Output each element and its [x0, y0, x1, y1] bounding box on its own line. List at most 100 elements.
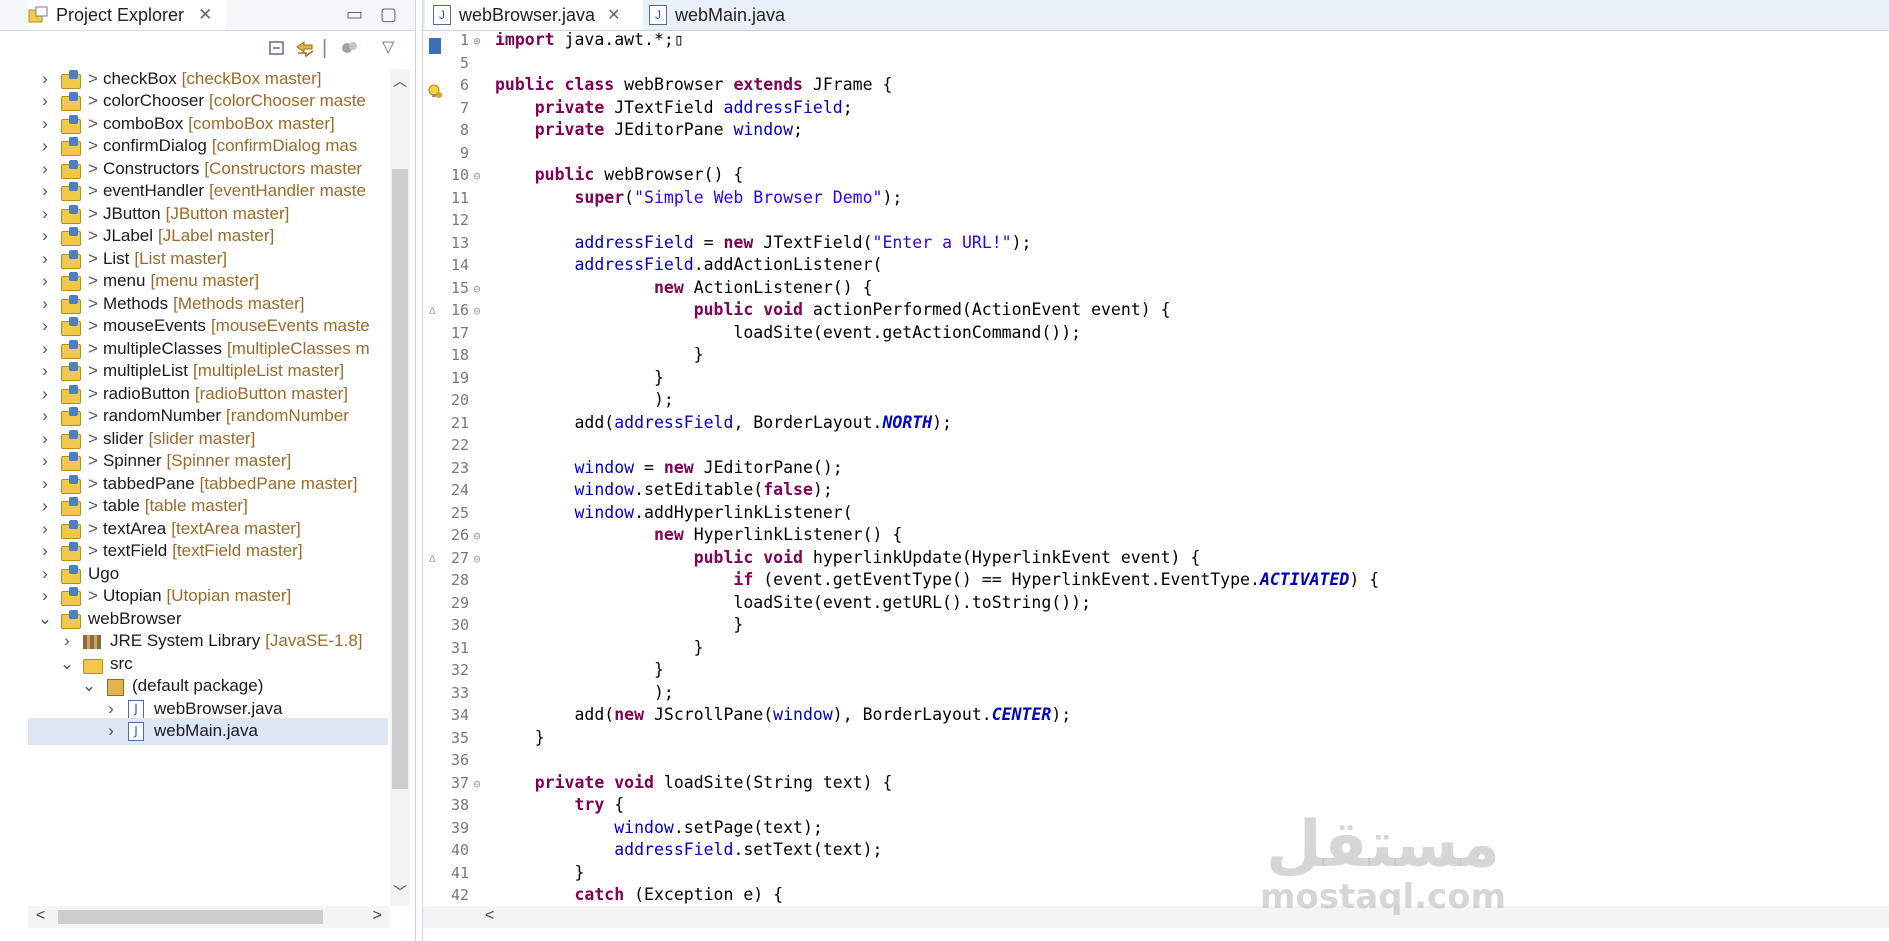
maximize-icon[interactable]: ▢	[380, 4, 397, 25]
chevron-right-icon[interactable]: ›	[36, 541, 54, 561]
chevron-right-icon[interactable]: ›	[58, 631, 76, 651]
scrollbar-thumb[interactable]	[58, 910, 323, 924]
code-line[interactable]: 29 loadSite(event.getURL().toString());	[423, 592, 1091, 615]
collapse-fold-icon[interactable]: ⊖	[469, 548, 485, 571]
code-line[interactable]: 30 }	[423, 614, 743, 637]
code-line[interactable]: 15 ⊖ new ActionListener() {	[423, 277, 873, 300]
code-line[interactable]: 19 }	[423, 367, 664, 390]
explorer-horizontal-scrollbar[interactable]: < >	[28, 906, 390, 928]
code-area[interactable]: 1 ⊕ import java.awt.*;▯ 5 6 public class webB…	[423, 32, 1889, 906]
chevron-down-icon[interactable]: ⌄	[80, 676, 98, 696]
chevron-right-icon[interactable]: ›	[36, 429, 54, 449]
link-editor-icon[interactable]	[294, 39, 316, 65]
scroll-left-icon[interactable]: <	[485, 907, 494, 925]
view-menu-icon[interactable]: ▽	[382, 37, 394, 57]
code-line[interactable]: △ 27 ⊖ public void hyperlinkUpdate(Hyperli…	[423, 547, 1200, 570]
code-line[interactable]: 35 }	[423, 727, 545, 750]
code-line[interactable]: 14 addressField.addActionListener(	[423, 254, 883, 277]
code-line[interactable]: 32 }	[423, 659, 664, 682]
chevron-right-icon[interactable]: ›	[102, 721, 120, 741]
code-line[interactable]: 28 if (event.getEventType() == Hyperlink…	[423, 569, 1379, 592]
chevron-right-icon[interactable]: ›	[36, 474, 54, 494]
chevron-right-icon[interactable]: ›	[36, 361, 54, 381]
code-line[interactable]: 24 window.setEditable(false);	[423, 479, 833, 502]
code-line[interactable]: 36	[423, 749, 495, 772]
chevron-right-icon[interactable]: ›	[36, 91, 54, 111]
code-line[interactable]: 1 ⊕ import java.awt.*;▯	[423, 32, 684, 52]
chevron-right-icon[interactable]: ›	[36, 204, 54, 224]
chevron-right-icon[interactable]: ›	[102, 699, 120, 719]
chevron-right-icon[interactable]: ›	[36, 136, 54, 156]
chevron-down-icon[interactable]: ⌄	[36, 609, 54, 629]
code-line[interactable]: 34 add(new JScrollPane(window), BorderLa…	[423, 704, 1071, 727]
close-icon[interactable]: ✕	[607, 5, 620, 25]
collapse-all-icon[interactable]	[268, 39, 286, 63]
chevron-down-icon[interactable]: ⌄	[58, 654, 76, 674]
filters-icon[interactable]	[340, 39, 360, 63]
code-line[interactable]: 37 ⊖ private void loadSite(String text) {	[423, 772, 892, 795]
chevron-right-icon[interactable]: ›	[36, 271, 54, 291]
code-line[interactable]: 10 ⊖ public webBrowser() {	[423, 164, 743, 187]
code-line[interactable]: 12	[423, 209, 495, 232]
code-line[interactable]: 13 addressField = new JTextField("Enter …	[423, 232, 1032, 255]
tab-webbrowser-java[interactable]: J webBrowser.java ✕	[425, 0, 643, 30]
chevron-right-icon[interactable]: ›	[36, 294, 54, 314]
scroll-up-icon[interactable]: ︿	[393, 71, 407, 91]
explorer-tab[interactable]: Project Explorer ✕	[28, 0, 226, 30]
explorer-vertical-scrollbar[interactable]: ︿ ﹀	[390, 69, 410, 906]
chevron-right-icon[interactable]: ›	[36, 451, 54, 471]
collapse-fold-icon[interactable]: ⊖	[469, 278, 485, 301]
collapse-fold-icon[interactable]: ⊖	[469, 773, 485, 796]
code-line[interactable]: 18 }	[423, 344, 704, 367]
code-token: JTextField	[604, 97, 724, 117]
code-line[interactable]: 20 );	[423, 389, 674, 412]
chevron-right-icon[interactable]: ›	[36, 384, 54, 404]
chevron-right-icon[interactable]: ›	[36, 226, 54, 246]
chevron-right-icon[interactable]: ›	[36, 564, 54, 584]
chevron-right-icon[interactable]: ›	[36, 316, 54, 336]
code-line[interactable]: 9	[423, 142, 495, 165]
code-line[interactable]: 7 private JTextField addressField;	[423, 97, 853, 120]
chevron-right-icon[interactable]: ›	[36, 249, 54, 269]
close-icon[interactable]: ✕	[198, 5, 212, 25]
code-line[interactable]: 25 window.addHyperlinkListener(	[423, 502, 853, 525]
code-line[interactable]: 31 }	[423, 637, 704, 660]
chevron-right-icon[interactable]: ›	[36, 406, 54, 426]
code-line[interactable]: 6 public class webBrowser extends JFrame …	[423, 74, 892, 97]
collapse-fold-icon[interactable]: ⊖	[469, 525, 485, 548]
editor-horizontal-scrollbar[interactable]: <	[423, 906, 1889, 928]
code-line[interactable]: 8 private JEditorPane window;	[423, 119, 803, 142]
code-line[interactable]: 11 super("Simple Web Browser Demo");	[423, 187, 902, 210]
tab-webmain-java[interactable]: J webMain.java	[641, 0, 809, 30]
code-line[interactable]: 21 add(addressField, BorderLayout.NORTH)…	[423, 412, 952, 435]
collapse-fold-icon[interactable]: ⊖	[469, 165, 485, 188]
chevron-right-icon[interactable]: ›	[36, 114, 54, 134]
chevron-right-icon[interactable]: ›	[36, 519, 54, 539]
tree-item[interactable]: › webMain.java	[28, 717, 388, 745]
code-line[interactable]: 23 window = new JEditorPane();	[423, 457, 843, 480]
minimize-icon[interactable]: ▭	[346, 4, 363, 25]
code-line[interactable]: 41 }	[423, 862, 584, 885]
chevron-right-icon[interactable]: ›	[36, 181, 54, 201]
expand-fold-icon[interactable]: ⊕	[469, 32, 485, 53]
collapse-fold-icon[interactable]: ⊖	[469, 300, 485, 323]
code-line[interactable]: 40 addressField.setText(text);	[423, 839, 883, 862]
chevron-right-icon[interactable]: ›	[36, 496, 54, 516]
code-line[interactable]: 5	[423, 52, 495, 75]
code-line[interactable]: 42 catch (Exception e) {	[423, 884, 783, 906]
scroll-left-icon[interactable]: <	[36, 907, 45, 925]
code-line[interactable]: 38 try {	[423, 794, 624, 817]
scroll-right-icon[interactable]: >	[373, 907, 382, 925]
scroll-down-icon[interactable]: ﹀	[393, 882, 407, 902]
code-line[interactable]: 26 ⊖ new HyperlinkListener() {	[423, 524, 902, 547]
chevron-right-icon[interactable]: ›	[36, 586, 54, 606]
code-line[interactable]: 39 window.setPage(text);	[423, 817, 823, 840]
chevron-right-icon[interactable]: ›	[36, 339, 54, 359]
chevron-right-icon[interactable]: ›	[36, 69, 54, 89]
code-line[interactable]: 22	[423, 434, 495, 457]
code-line[interactable]: △ 16 ⊖ public void actionPerformed(ActionE…	[423, 299, 1171, 322]
scrollbar-thumb[interactable]	[392, 169, 408, 789]
code-line[interactable]: 17 loadSite(event.getActionCommand());	[423, 322, 1081, 345]
chevron-right-icon[interactable]: ›	[36, 159, 54, 179]
code-line[interactable]: 33 );	[423, 682, 674, 705]
